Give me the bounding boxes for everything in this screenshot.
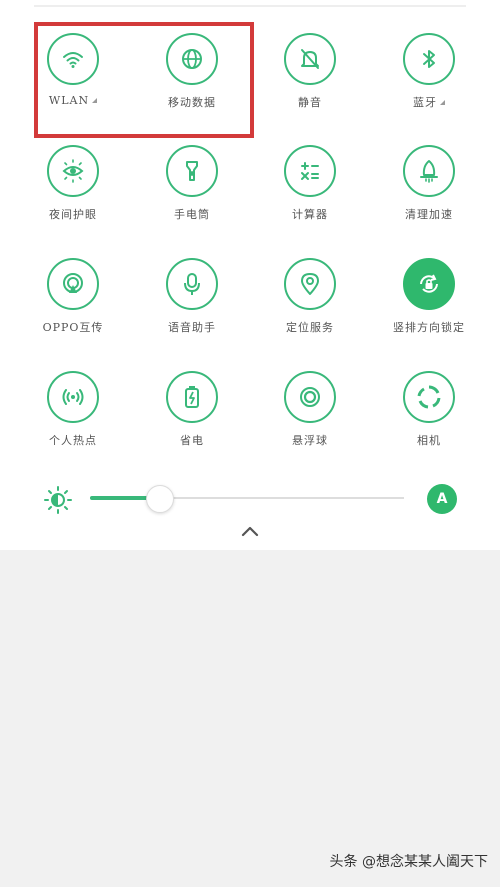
tile-label: 语音助手 — [168, 321, 216, 334]
tile-location-pin[interactable]: 定位服务 — [255, 258, 365, 335]
rotation-lock-icon — [403, 258, 455, 310]
tile-label: 夜间护眼 — [49, 208, 97, 221]
tile-calculator[interactable]: 计算器 — [255, 145, 365, 222]
tile-label: 个人热点 — [49, 434, 97, 447]
watermark-text: 头条 @想念某某人阖天下 — [329, 854, 488, 870]
tile-label: 蓝牙 — [413, 96, 437, 109]
tile-label: 定位服务 — [286, 321, 334, 334]
tile-flashlight[interactable]: 手电筒 — [137, 145, 247, 222]
tile-camera-shutter[interactable]: 相机 — [374, 371, 484, 448]
tile-floating-ball[interactable]: 悬浮球 — [255, 371, 365, 448]
tile-bluetooth[interactable]: 蓝牙 — [374, 33, 484, 110]
brightness-slider-thumb[interactable] — [146, 485, 175, 513]
chevron-up-icon[interactable] — [240, 524, 260, 538]
camera-shutter-icon — [403, 371, 455, 423]
tile-microphone[interactable]: 语音助手 — [137, 258, 247, 335]
tile-bell-mute[interactable]: 静音 — [255, 33, 365, 110]
hotspot-icon — [47, 371, 99, 423]
expand-caret-icon[interactable] — [440, 100, 445, 105]
share-transfer-icon — [47, 258, 99, 310]
tile-label: 省电 — [180, 434, 204, 447]
tile-battery-saver[interactable]: 省电 — [137, 371, 247, 448]
bluetooth-icon — [403, 33, 455, 85]
divider — [34, 5, 466, 7]
tile-hotspot[interactable]: 个人热点 — [18, 371, 128, 448]
brightness-icon — [44, 486, 72, 514]
tile-eye-sun[interactable]: 夜间护眼 — [18, 145, 128, 222]
battery-saver-icon — [166, 371, 218, 423]
tile-label: 竖排方向锁定 — [393, 321, 465, 334]
rocket-icon — [403, 145, 455, 197]
eye-sun-icon — [47, 145, 99, 197]
location-pin-icon — [284, 258, 336, 310]
tile-label: 清理加速 — [405, 208, 453, 221]
tile-share-transfer[interactable]: OPPO互传 — [18, 258, 128, 335]
tile-rotation-lock[interactable]: 竖排方向锁定 — [374, 258, 484, 335]
tile-rocket[interactable]: 清理加速 — [374, 145, 484, 222]
quick-settings-panel: WLAN 移动数据 静音 蓝牙 夜间护眼 手电筒 计算器 清理加速 OPPO互传 语音助手 定位服务… — [0, 0, 500, 550]
tile-label: OPPO互传 — [42, 321, 104, 334]
flashlight-icon — [166, 145, 218, 197]
tile-label: 相机 — [417, 434, 441, 447]
highlight-box — [34, 22, 254, 138]
calculator-icon — [284, 145, 336, 197]
auto-brightness-button[interactable]: A — [427, 484, 457, 514]
floating-ball-icon — [284, 371, 336, 423]
microphone-icon — [166, 258, 218, 310]
tile-label: 悬浮球 — [292, 434, 328, 447]
tile-label: 手电筒 — [174, 208, 210, 221]
tile-label: 静音 — [298, 96, 322, 109]
tile-label: 计算器 — [292, 208, 328, 221]
bell-mute-icon — [284, 33, 336, 85]
